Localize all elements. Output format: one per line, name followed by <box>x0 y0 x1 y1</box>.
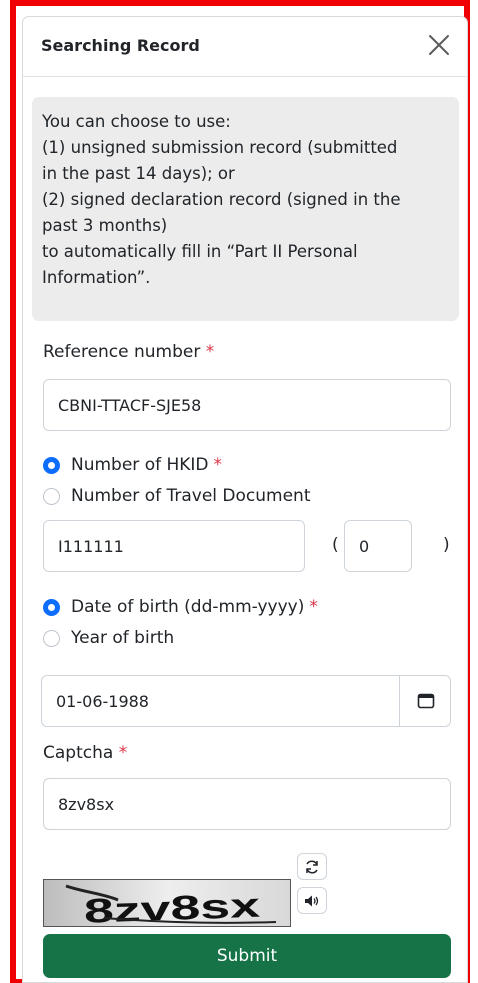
radio-date-of-birth-label: Date of birth (dd-mm-yyyy) <box>71 597 305 617</box>
radio-year-of-birth-label: Year of birth <box>71 628 175 648</box>
info-line: past 3 months) <box>42 216 168 235</box>
calendar-icon <box>417 693 434 709</box>
refresh-captcha-button[interactable] <box>297 853 327 880</box>
id-number-value: I111111 <box>58 536 124 556</box>
check-digit-input[interactable]: 0 <box>344 520 412 572</box>
captcha-value: 8zv8sx <box>58 794 115 814</box>
info-line: (1) unsigned submission record (submitte… <box>42 138 398 157</box>
close-icon[interactable] <box>427 33 451 57</box>
info-line: in the past 14 days); or <box>42 164 235 183</box>
radio-button-checked[interactable] <box>43 598 60 616</box>
radio-travel-document[interactable]: Number of Travel Document <box>43 486 311 506</box>
info-line: (2) signed declaration record (signed in… <box>42 190 401 209</box>
radio-hkid-label: Number of HKID <box>71 455 209 475</box>
radio-hkid[interactable]: Number of HKID * <box>43 455 222 475</box>
captcha-input[interactable]: 8zv8sx <box>43 778 451 830</box>
paren-close: ) <box>443 535 450 555</box>
info-line: You can choose to use: <box>42 112 231 131</box>
radio-button[interactable] <box>43 629 60 647</box>
calendar-button[interactable] <box>399 675 451 727</box>
speaker-icon <box>305 895 319 906</box>
audio-captcha-button[interactable] <box>297 887 327 914</box>
paren-open: ( <box>332 535 339 555</box>
reference-label: Reference number * <box>43 342 214 362</box>
reference-label-text: Reference number <box>43 342 201 362</box>
radio-date-of-birth[interactable]: Date of birth (dd-mm-yyyy) * <box>43 597 318 617</box>
captcha-label: Captcha * <box>43 743 127 763</box>
required-mark: * <box>205 342 215 362</box>
dialog-title: Searching Record <box>41 36 200 55</box>
info-box: You can choose to use: (1) unsigned subm… <box>32 97 459 321</box>
required-mark: * <box>118 743 128 763</box>
date-of-birth-input[interactable]: 01-06-1988 <box>41 675 451 727</box>
submit-button[interactable]: Submit <box>43 934 451 978</box>
radio-button[interactable] <box>43 487 60 505</box>
radio-year-of-birth[interactable]: Year of birth <box>43 628 174 648</box>
required-mark: * <box>309 597 318 617</box>
refresh-icon <box>306 859 318 874</box>
reference-number-input[interactable]: CBNI-TTACF-SJE58 <box>43 379 451 431</box>
search-record-dialog: Searching Record You can choose to use: … <box>22 16 468 983</box>
info-line: to automatically fill in “Part II Person… <box>42 242 358 261</box>
radio-travel-document-label: Number of Travel Document <box>71 486 311 506</box>
radio-button-checked[interactable] <box>43 456 60 474</box>
check-digit-value: 0 <box>359 536 370 556</box>
id-number-input[interactable]: I111111 <box>43 520 305 572</box>
captcha-image: 8zv8sx <box>43 879 291 927</box>
info-line: Information”. <box>42 268 151 287</box>
required-mark: * <box>213 455 223 475</box>
reference-number-value: CBNI-TTACF-SJE58 <box>58 395 202 415</box>
submit-label: Submit <box>216 946 278 966</box>
dialog-header: Searching Record <box>23 17 467 77</box>
date-of-birth-value: 01-06-1988 <box>56 691 149 711</box>
captcha-label-text: Captcha <box>43 743 114 763</box>
